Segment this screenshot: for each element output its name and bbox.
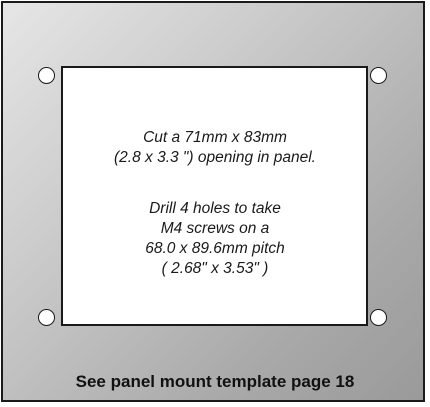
panel-cutout <box>61 66 368 326</box>
drill-instruction-line: 68.0 x 89.6mm pitch <box>145 240 285 257</box>
mounting-hole-bottom-right <box>370 309 387 326</box>
cutout-instruction-line: (2.8 x 3.3 ") opening in panel. <box>114 149 316 166</box>
drill-instructions: Drill 4 holes to take M4 screws on a 68.… <box>0 199 430 279</box>
cutout-instruction-line: Cut a 71mm x 83mm <box>143 129 287 146</box>
template-reference-note: See panel mount template page 18 <box>75 372 355 391</box>
drill-instruction-line: M4 screws on a <box>160 220 270 237</box>
mounting-hole-top-left <box>38 67 55 84</box>
mounting-hole-bottom-left <box>38 309 55 326</box>
mounting-hole-top-right <box>370 67 387 84</box>
cutout-instructions: Cut a 71mm x 83mm (2.8 x 3.3 ") opening … <box>0 128 430 168</box>
drill-instruction-line: Drill 4 holes to take <box>149 200 281 217</box>
drill-instruction-line: ( 2.68" x 3.53" ) <box>161 260 269 277</box>
